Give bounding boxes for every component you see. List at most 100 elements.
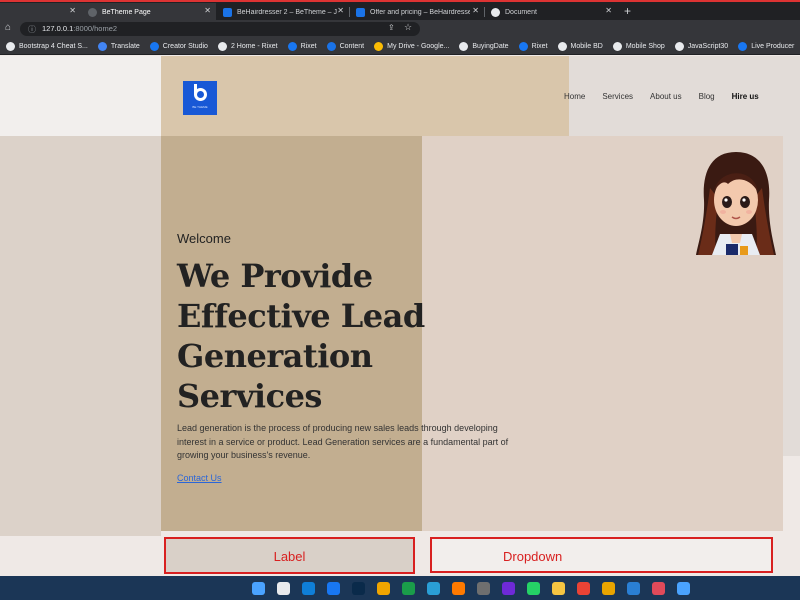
nav-about-us[interactable]: About us (650, 92, 682, 101)
taskbar-app-icon[interactable] (602, 582, 615, 595)
bookmark-item[interactable]: JavaScript30 (674, 41, 729, 51)
bookmark-item[interactable]: My Drive - Google... (374, 41, 449, 51)
taskbar-app-icon[interactable] (302, 582, 315, 595)
bookmark-item[interactable]: Rixet (518, 41, 548, 51)
taskbar-app-icon[interactable] (577, 582, 590, 595)
taskbar-app-icon[interactable] (277, 582, 290, 595)
hero-welcome: Welcome (177, 231, 231, 246)
bookmark-star-icon[interactable]: ☆ (404, 22, 412, 33)
nav-hire-us[interactable]: Hire us (732, 92, 759, 101)
close-tab-icon[interactable]: ✕ (69, 6, 76, 15)
header-left-band (0, 56, 161, 136)
taskbar-app-icon[interactable] (352, 582, 365, 595)
taskbar-app-icon[interactable] (427, 582, 440, 595)
nav-home[interactable]: Home (564, 92, 585, 101)
url-input[interactable]: ⓘ 127.0.0.1:8000/home2 (20, 22, 420, 36)
taskbar-app-icon[interactable] (477, 582, 490, 595)
bookmark-icon (6, 41, 15, 51)
bookmark-icon (738, 41, 748, 51)
home-icon[interactable]: ⌂ (5, 22, 11, 33)
hero-headline: We Provide Effective Lead Generation Ser… (177, 257, 425, 415)
bookmark-icon (97, 41, 107, 51)
nav-services[interactable]: Services (602, 92, 633, 101)
bookmark-item[interactable]: 2 Home - Rixet (217, 41, 278, 51)
page-viewport: BE THEME Home Services About us Blog Hir… (0, 56, 800, 576)
taskbar-app-icon[interactable] (652, 582, 665, 595)
close-tab-icon[interactable]: ✕ (204, 6, 211, 15)
bookmark-icon (557, 41, 567, 51)
bookmark-icon (459, 41, 469, 51)
tab-document[interactable]: Document ✕ (485, 3, 617, 21)
url-host: 127.0.0.1 (42, 24, 74, 33)
share-icon[interactable]: ⇪ (388, 23, 395, 32)
bookmark-item[interactable]: Translate (97, 41, 140, 51)
bookmark-label: Content (339, 42, 365, 50)
hero-right-strip (783, 136, 800, 456)
taskbar-app-icon[interactable] (402, 582, 415, 595)
info-icon[interactable]: ⓘ (28, 24, 36, 35)
tab-betheme-page[interactable]: ✕ (0, 3, 82, 21)
tab-offer-pricing[interactable]: Offer and pricing – BeHairdresser ✕ (350, 3, 484, 21)
bookmark-icon (149, 41, 159, 51)
hero-description: Lead generation is the process of produc… (177, 423, 509, 460)
nav-blog[interactable]: Blog (699, 92, 715, 101)
taskbar-app-icon[interactable] (627, 582, 640, 595)
address-toolbar: ⌂ ⓘ 127.0.0.1:8000/home2 (0, 20, 800, 53)
taskbar-app-icon[interactable] (552, 582, 565, 595)
taskbar-app-icon[interactable] (677, 582, 690, 595)
bookmark-label: Mobile BD (570, 42, 603, 50)
bookmark-label: Rixet (300, 42, 317, 50)
tab-behairdresser[interactable]: BeHairdresser 2 – BeTheme – Ju ✕ (217, 3, 349, 21)
bookmark-icon (518, 41, 528, 51)
bookmark-item[interactable]: Mobile BD (557, 41, 603, 51)
taskbar-app-icon[interactable] (452, 582, 465, 595)
taskbar-app-icon[interactable] (377, 582, 390, 595)
hero-left-background (0, 136, 161, 536)
be-icon (223, 7, 232, 17)
close-tab-icon[interactable]: ✕ (605, 6, 612, 15)
bookmark-item[interactable]: Live Producer (738, 41, 795, 51)
bookmark-label: BuyingDate (472, 42, 509, 50)
taskbar-app-icon[interactable] (327, 582, 340, 595)
bookmark-label: Rixet (531, 42, 548, 50)
label-annotation-text: Label (273, 549, 306, 564)
bookmark-item[interactable]: Creator Studio (149, 41, 208, 51)
close-tab-icon[interactable]: ✕ (472, 6, 479, 15)
bookmark-item[interactable]: BuyingDate (459, 41, 509, 51)
label-annotation: Label (164, 537, 415, 574)
bookmark-item[interactable]: Mobile Shop (612, 41, 665, 51)
bookmark-item[interactable]: Content (326, 41, 365, 51)
dropdown-annotation-text: Dropdown (503, 549, 563, 564)
bookmark-label: Translate (110, 42, 140, 50)
tab-betheme-page-title[interactable]: BeTheme Page ✕ (82, 3, 216, 21)
bookmark-label: Creator Studio (162, 42, 208, 50)
globe-icon (88, 7, 97, 17)
taskbar-app-icon[interactable] (527, 582, 540, 595)
bookmark-label: Bootstrap 4 Cheat S... (19, 42, 88, 50)
cartoon-girl-avatar (696, 148, 776, 255)
logo-b-ring (194, 88, 207, 101)
hero-content: Welcome We Provide Effective Lead Genera… (177, 231, 517, 486)
bookmark-label: JavaScript30 (687, 42, 729, 50)
bookmark-item[interactable]: Rixet (287, 41, 317, 51)
bookmark-icon (374, 41, 384, 51)
url-path: :8000/home2 (73, 24, 118, 33)
globe-icon (491, 7, 500, 17)
taskbar-app-icon[interactable] (252, 582, 265, 595)
close-tab-icon[interactable]: ✕ (337, 6, 344, 15)
url-text: 127.0.0.1:8000/home2 (42, 24, 117, 33)
bookmarks-bar: Bootstrap 4 Cheat S... Translate Creator S… (0, 38, 800, 55)
contact-us-link[interactable]: Contact Us (177, 473, 222, 483)
bookmark-label: Mobile Shop (625, 42, 665, 50)
new-tab-icon[interactable]: + (624, 4, 631, 18)
taskbar-app-icon[interactable] (502, 582, 515, 595)
bookmark-icon (674, 41, 684, 51)
bookmark-icon (217, 41, 227, 51)
site-logo[interactable]: BE THEME (183, 81, 217, 115)
bookmark-icon (326, 41, 336, 51)
dropdown-annotation[interactable]: Dropdown (430, 537, 773, 573)
bookmark-item[interactable]: Bootstrap 4 Cheat S... (6, 41, 88, 51)
bookmark-icon (612, 41, 622, 51)
browser-tab-strip: ✕ BeTheme Page ✕ BeHairdresser 2 – BeThe… (0, 0, 800, 21)
bookmark-label: Live Producer (751, 42, 795, 50)
